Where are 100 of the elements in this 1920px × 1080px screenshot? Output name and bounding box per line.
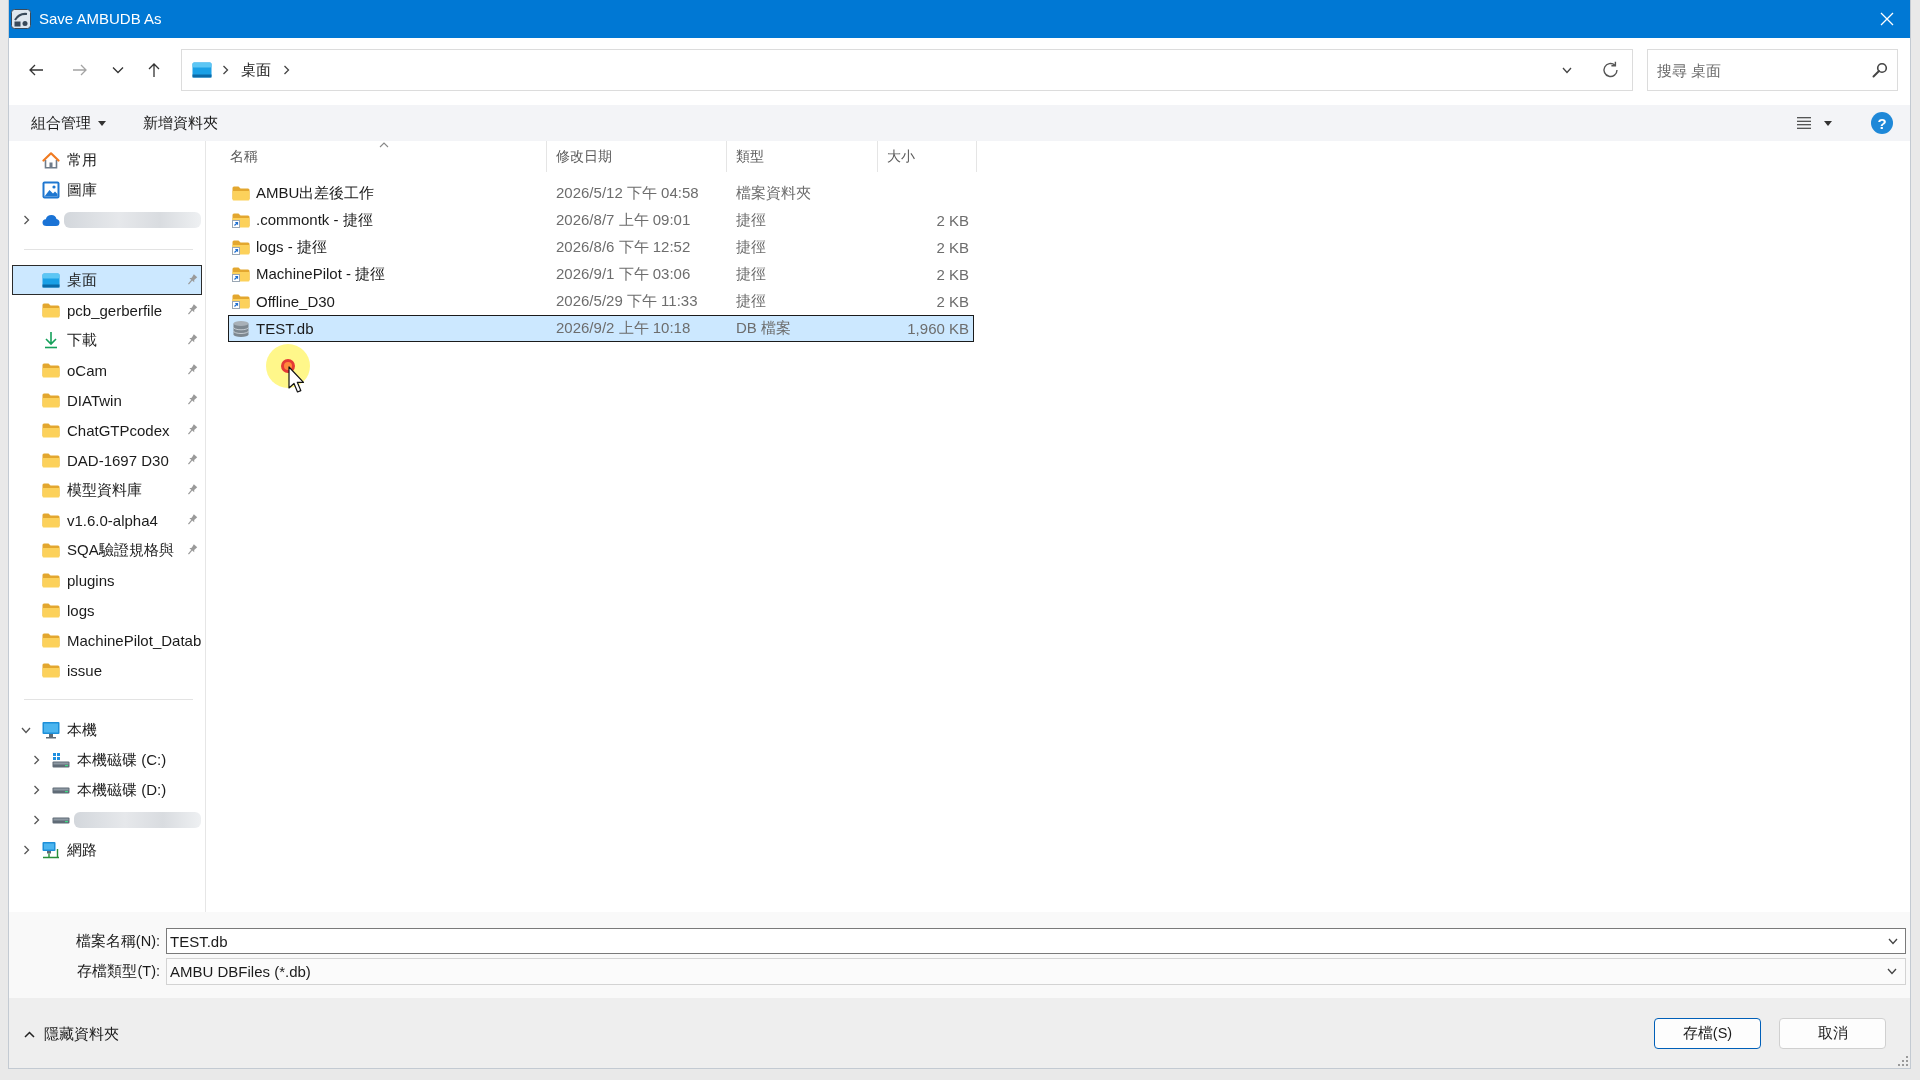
sidebar-item[interactable]: DIATwin (12, 385, 202, 415)
file-size: 2 KB (936, 212, 969, 229)
sidebar-item[interactable]: ChatGTPcodex (12, 415, 202, 445)
chevron-right-icon (222, 65, 229, 75)
organize-menu-button[interactable]: 組合管理 (23, 108, 114, 138)
resize-grip-icon (1898, 1056, 1908, 1066)
chevron-right-icon (283, 65, 290, 75)
sidebar-item[interactable]: issue (12, 655, 202, 685)
field-label: 存檔類型(T): (77, 962, 160, 981)
file-row[interactable]: MachinePilot - 捷徑 2026/9/1 下午 03:06 捷徑 2 KB (228, 261, 974, 288)
column-header[interactable]: 大小 (878, 141, 977, 172)
modified-date: 2026/8/7 上午 09:01 (556, 211, 691, 228)
file-name: MachinePilot - 捷徑 (256, 265, 386, 284)
sidebar-item[interactable]: SQA驗證規格與 (12, 535, 202, 565)
drive-icon (52, 786, 70, 794)
list-view-icon (1797, 117, 1811, 129)
file-name: TEST.db (256, 320, 314, 337)
shortcut-folder-icon (232, 240, 250, 255)
gallery-icon (42, 181, 60, 199)
desktop-icon (42, 272, 60, 288)
home-icon (42, 151, 60, 169)
file-name: logs - 捷徑 (256, 238, 327, 257)
expand-chevron-icon[interactable] (21, 726, 31, 734)
modified-date: 2026/9/1 下午 03:06 (556, 265, 691, 282)
cancel-button[interactable]: 取消 (1779, 1017, 1886, 1049)
database-icon (232, 319, 250, 338)
save-button[interactable]: 存檔(S) (1654, 1017, 1761, 1049)
caret-down-icon (1824, 120, 1832, 126)
file-type: 捷徑 (736, 265, 766, 282)
column-header[interactable]: 修改日期 (547, 141, 727, 172)
sidebar-item[interactable]: logs (12, 595, 202, 625)
mouse-pointer-icon (288, 366, 306, 394)
file-row[interactable]: logs - 捷徑 2026/8/6 下午 12:52 捷徑 2 KB (228, 234, 974, 261)
file-name-combo-box[interactable]: TEST.db (166, 928, 1906, 954)
file-row[interactable]: Offline_D30 2026/5/29 下午 11:33 捷徑 2 KB (228, 288, 974, 315)
file-size: 2 KB (936, 266, 969, 283)
sort-ascending-icon (378, 142, 389, 148)
column-header[interactable]: 名稱 (221, 141, 547, 172)
shortcut-folder-icon (232, 294, 250, 309)
search-field[interactable]: 搜尋 桌面 (1647, 49, 1898, 91)
file-type: DB 檔案 (736, 319, 791, 336)
help-button[interactable]: ? (1871, 112, 1893, 134)
sidebar-item[interactable]: pcb_gerberfile (12, 295, 202, 325)
sidebar-item[interactable]: 桌面 (12, 265, 202, 295)
file-size: 2 KB (936, 239, 969, 256)
sidebar-item[interactable]: 模型資料庫 (12, 475, 202, 505)
expand-chevron-icon[interactable] (22, 215, 30, 225)
shortcut-folder-icon (232, 213, 250, 228)
folder-icon (42, 602, 60, 618)
folder-icon (42, 422, 60, 438)
arrow-up-icon (146, 62, 162, 78)
modified-date: 2026/9/2 上午 10:18 (556, 319, 691, 336)
sidebar-item[interactable]: 本機磁碟 (C:) (12, 745, 202, 775)
file-row[interactable]: .commontk - 捷徑 2026/8/7 上午 09:01 捷徑 2 KB (228, 207, 974, 234)
folder-icon (42, 572, 60, 588)
folder-icon (42, 542, 60, 558)
sidebar-item[interactable]: DAD-1697 D30 (12, 445, 202, 475)
file-type: 檔案資料夾 (736, 184, 811, 201)
file-row[interactable]: TEST.db 2026/9/2 上午 10:18 DB 檔案 1,960 KB (228, 315, 974, 342)
sidebar-item[interactable]: v1.6.0-alpha4 (12, 505, 202, 535)
file-row[interactable]: AMBU出差後工作 2026/5/12 下午 04:58 檔案資料夾 (228, 180, 974, 207)
sidebar-item[interactable]: plugins (12, 565, 202, 595)
refresh-icon (1602, 61, 1620, 79)
chevron-down-icon (112, 66, 124, 74)
file-size: 1,960 KB (907, 320, 969, 337)
file-type: 捷徑 (736, 292, 766, 309)
modified-date: 2026/5/12 下午 04:58 (556, 184, 699, 201)
folder-icon (42, 632, 60, 648)
folder-icon (232, 186, 250, 201)
column-header[interactable]: 類型 (727, 141, 878, 172)
chevron-down-icon (1887, 968, 1897, 975)
computer-icon (42, 721, 60, 739)
file-size: 2 KB (936, 293, 969, 310)
field-label: 檔案名稱(N): (75, 931, 160, 951)
expand-chevron-icon[interactable] (32, 755, 40, 765)
expand-chevron-icon[interactable] (22, 845, 30, 855)
sidebar-item[interactable]: 本機磁碟 (D:) (12, 775, 202, 805)
expand-chevron-icon[interactable] (32, 815, 40, 825)
network-icon (42, 841, 60, 859)
folder-icon (42, 482, 60, 498)
folder-icon (42, 512, 60, 528)
folder-icon (42, 302, 60, 318)
arrow-left-icon (28, 62, 44, 78)
sidebar-item[interactable]: 圖庫 (12, 175, 202, 205)
sidebar-item[interactable]: 本機 (12, 715, 202, 745)
sidebar-item[interactable]: 常用 (12, 145, 202, 175)
expand-chevron-icon[interactable] (32, 785, 40, 795)
desktop-icon (192, 62, 212, 78)
sidebar-item[interactable]: 下載 (12, 325, 202, 355)
sidebar-item[interactable]: oCam (12, 355, 202, 385)
file-type-dropdown[interactable]: AMBU DBFiles (*.db) (166, 958, 1906, 985)
window-title: Save AMBUDB As (39, 9, 162, 29)
sidebar-item[interactable]: 網路 (12, 835, 202, 865)
file-name: AMBU出差後工作 (256, 184, 375, 203)
new-folder-button[interactable]: 新增資料夾 (135, 108, 226, 138)
address-bar[interactable]: 桌面 (181, 49, 1633, 91)
hide-folders-button[interactable]: 隱藏資料夾 (22, 1022, 121, 1046)
sidebar-item[interactable]: MachinePilot_Datab (12, 625, 202, 655)
cloud-icon (42, 214, 60, 226)
breadcrumb-button[interactable]: 桌面 (237, 57, 275, 83)
